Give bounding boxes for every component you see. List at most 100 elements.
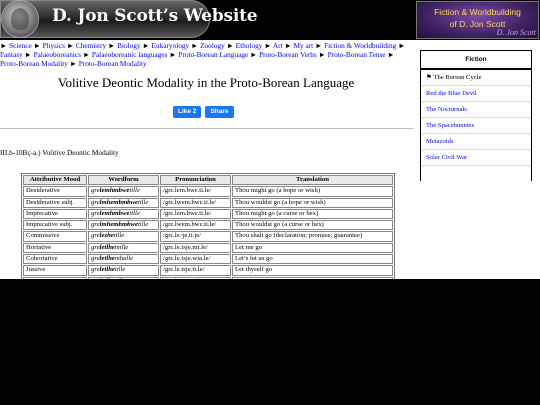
translation-cell: Thou might go (a curse or hex) xyxy=(232,208,393,220)
pronunciation-cell: /grɛ.le.tsje.ti.le/ xyxy=(160,265,231,276)
translation-cell: Let me go xyxy=(232,242,393,254)
wordform-cell: grelezhetille xyxy=(88,231,159,242)
wordform-mid: letlhe xyxy=(99,266,115,274)
breadcrumb-link[interactable]: Biology xyxy=(117,41,141,50)
breadcrumb-link[interactable]: Proto-Borean Language xyxy=(178,50,248,59)
breadcrumb-arrow-icon: ► xyxy=(313,41,325,50)
mood-cell: Desiderative subj. xyxy=(23,197,87,208)
pronunciation-cell: /grɛ.le.ʒe.ti.je/ xyxy=(160,231,231,242)
wordform-suf: tille xyxy=(129,187,140,195)
wordform-mid: lezhe xyxy=(99,232,114,240)
facebook-buttons: Like 2 Share xyxy=(173,106,234,118)
breadcrumb-link[interactable]: Proto-Borean Verbs xyxy=(259,50,317,59)
mood-cell: Commissive xyxy=(23,231,87,242)
fiction-sidebar: Fiction ⚑ The Borean Cycle Red the Blue D… xyxy=(420,50,532,224)
site-title: D. Jon Scott’s Website xyxy=(52,6,258,26)
sidebar-item[interactable]: The Nocturnals xyxy=(421,102,531,118)
mood-cell: Optative xyxy=(23,276,87,279)
mood-cell: Cohortative xyxy=(23,254,87,265)
table-row: Imprecative grelemhmbwetille/grɛ.lem.bwɛ.… xyxy=(23,208,393,220)
table-row: Jussive greletlhetille/grɛ.le.tsje.ti.le/… xyxy=(23,265,393,276)
table-row: Desiderative subj. grelmhembmbwetille/grɛ… xyxy=(23,197,393,208)
breadcrumb-link[interactable]: Proto-Borean Modality xyxy=(0,59,68,68)
breadcrumb-link[interactable]: Chemistry xyxy=(76,41,106,50)
sidebar-item-label: Metazoids xyxy=(426,138,454,145)
wordform-suf: tille xyxy=(115,278,125,279)
breadcrumb-link[interactable]: Zoology xyxy=(200,41,225,50)
table-row: Imprecative subj. grelmhembmbwetille/grɛ.… xyxy=(23,220,393,231)
wordform-stem: gre xyxy=(91,278,100,279)
translation-cell: Thou might go (a hope or wish) xyxy=(232,186,393,197)
you-are-here-legend: ⚑ = You Are Here. xyxy=(426,217,477,224)
breadcrumb-link[interactable]: Eukaryology xyxy=(151,41,189,50)
breadcrumb-arrow-icon: ► xyxy=(81,50,92,59)
breadcrumb-arrow-icon: ► xyxy=(262,41,273,50)
breadcrumb-link[interactable]: Proto-Borean Modality xyxy=(79,59,147,68)
page-title: Volitive Deontic Modality in the Proto-B… xyxy=(57,75,355,90)
page-body: D. Jon Scott’s Website Fiction & Worldbu… xyxy=(0,0,540,279)
wordform-mid: lmhembmbwe xyxy=(99,221,138,229)
breadcrumb-link[interactable]: My art xyxy=(294,41,314,50)
translation-cell: Thou wouldst go (a curse or hex) xyxy=(232,220,393,231)
breadcrumb-link[interactable]: Palaeoboreanics xyxy=(34,50,81,59)
sidebar-heading: Fiction xyxy=(421,51,531,68)
table-row: Cohortative greletlhemhalle/grɛ.le.tsje.w… xyxy=(23,254,393,265)
breadcrumb-arrow-icon: ► xyxy=(64,41,76,50)
flag-icon: ⚑ xyxy=(426,74,432,81)
wordform-suf: mhalle xyxy=(114,255,134,263)
facebook-share-button[interactable]: Share xyxy=(205,106,234,118)
breadcrumb-link[interactable]: Fiction & Worldbuilding xyxy=(324,41,396,50)
breadcrumb-link[interactable]: Ethology xyxy=(236,41,263,50)
pronunciation-cell: /grɛ.lem.bwɛ.ti.le/ xyxy=(160,186,231,197)
wordform-mid: letlhe xyxy=(99,255,115,263)
breadcrumb-link[interactable]: Fantasy xyxy=(0,50,23,59)
wordform-suf: tille xyxy=(129,209,140,217)
banner-signature: D. Jon Scott xyxy=(496,28,536,37)
site-logo-link[interactable]: D. Jon Scott’s Website xyxy=(0,0,258,38)
sidebar-item[interactable]: Red the Blue Devil xyxy=(421,86,531,102)
wordform-cell: greletlhetille xyxy=(88,265,159,276)
breadcrumb-arrow-icon: ► xyxy=(385,50,395,59)
pronunciation-cell: /grɛ.le.tsje.ti.le/ xyxy=(160,276,231,279)
section-heading: III.b-10Bç-a.) Volitive Deontic Modality xyxy=(0,148,119,157)
wordform-stem: gre xyxy=(91,198,100,206)
breadcrumb-link[interactable]: Science xyxy=(9,41,32,50)
wordform-cell: grelmhembmbwetille xyxy=(88,220,159,231)
breadcrumb-arrow-icon: ► xyxy=(282,41,294,50)
wordform-suf: tille xyxy=(113,232,125,240)
breadcrumb: ► Science ► Physics ► Chemistry ► Biolog… xyxy=(0,41,412,68)
breadcrumb-link[interactable]: Physics xyxy=(43,41,65,50)
sidebar-item[interactable]: Solar Civil War xyxy=(421,150,531,166)
breadcrumb-link[interactable]: Art xyxy=(273,41,283,50)
wordform-mid: lemhmbwe xyxy=(99,187,130,195)
fiction-banner-link[interactable]: Fiction & Worldbuilding of D. Jon Scott … xyxy=(416,1,539,39)
breadcrumb-arrow-icon: ► xyxy=(67,59,79,68)
pronunciation-cell: /grɛ.le.tsje.wia.le/ xyxy=(160,254,231,265)
pronunciation-cell: /grɛ.lwem.bwɛ.ti.le/ xyxy=(160,197,231,208)
breadcrumb-arrow-icon: ► xyxy=(396,41,406,50)
sidebar-item-label: The Borean Cycle xyxy=(433,74,482,81)
breadcrumb-arrow-icon: ► xyxy=(106,41,118,50)
wordform-stem: gre xyxy=(91,187,100,195)
sidebar-item[interactable]: Metazoids xyxy=(421,134,531,150)
wordform-mid: lmhembmbwe xyxy=(99,198,138,206)
table-row: Hortative greletlhemille/grɛ.le.tsje.mi.l… xyxy=(23,242,393,254)
translation-cell: Let’s let us go xyxy=(232,254,393,265)
table-row: Desiderative grelemhmbwetille/grɛ.lem.bwɛ… xyxy=(23,186,393,197)
sidebar-item[interactable]: The Spacebunnies xyxy=(421,118,531,134)
wordform-mid: letlhe xyxy=(99,243,115,251)
mood-cell: Desiderative xyxy=(23,186,87,197)
breadcrumb-link[interactable]: Proto-Borean Tense xyxy=(328,50,386,59)
wordform-cell: grelemhmbwetille xyxy=(88,208,159,220)
facebook-like-button[interactable]: Like 2 xyxy=(173,106,202,118)
wordform-stem: gre xyxy=(91,266,100,274)
divider xyxy=(0,128,413,129)
column-header-wordform: Wordform xyxy=(88,175,159,186)
volitive-mood-table: Attributive Mood Wordform Pronunciation … xyxy=(21,173,395,279)
wordform-suf: tille xyxy=(137,198,149,206)
translation-cell: Let it go xyxy=(232,276,393,279)
sidebar-item-current[interactable]: ⚑ The Borean Cycle xyxy=(421,70,531,86)
breadcrumb-arrow-icon: ► xyxy=(248,50,260,59)
wordform-mid: lemhmbwe xyxy=(99,209,130,217)
breadcrumb-link[interactable]: Palaeoboreanic languages xyxy=(92,50,168,59)
